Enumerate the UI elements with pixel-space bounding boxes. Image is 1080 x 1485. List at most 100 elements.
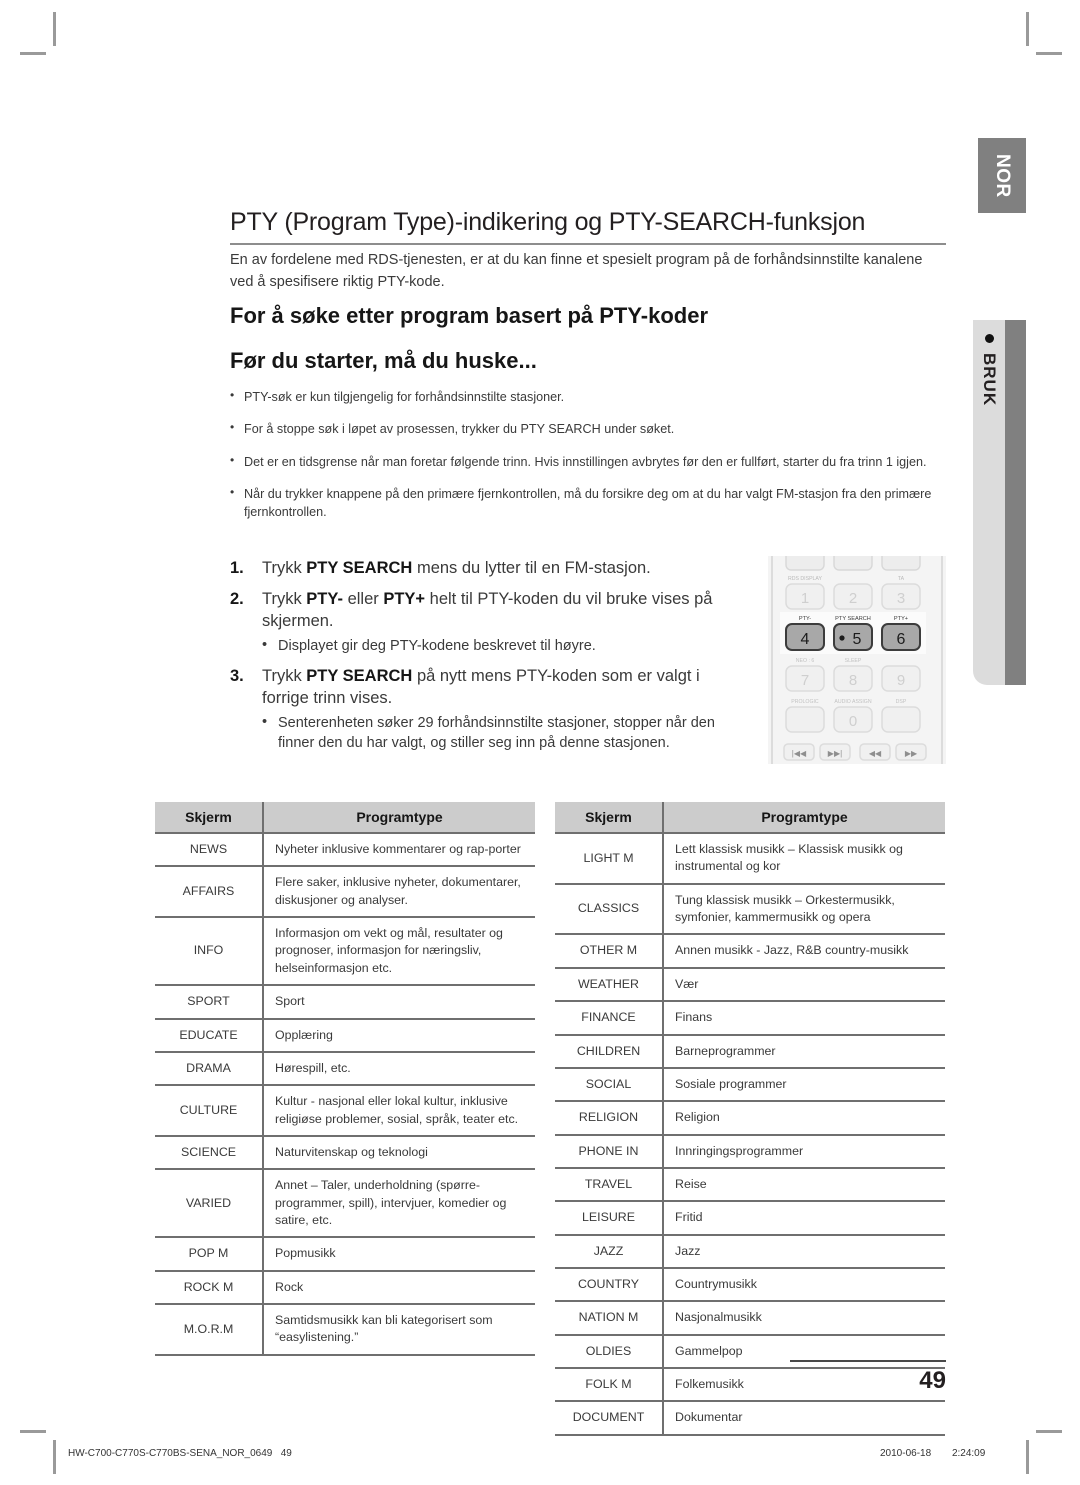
pty-code: CHILDREN (555, 1034, 664, 1069)
pty-code: SPORT (155, 985, 264, 1020)
pty-code: TRAVEL (555, 1167, 664, 1203)
pty-description: Lett klassisk musikk – Klassisk musikk o… (663, 833, 945, 885)
pty-description: Barneprogrammer (663, 1034, 945, 1069)
page-number-block: 49 (790, 1360, 946, 1395)
pty-description: Nyheter inklusive kommentarer og rap-por… (263, 833, 535, 868)
remote-key-6: 6 (897, 631, 906, 648)
pty-description: Innringingsprogrammer (663, 1134, 945, 1169)
step-item-1: 1. Trykk PTY SEARCH mens du lytter til en… (230, 558, 750, 580)
pty-description: Nasjonalmusikk (663, 1301, 945, 1336)
pty-code: LEISURE (555, 1201, 664, 1236)
step-subnote: Senterenheten søker 29 forhåndsinnstilte… (262, 713, 750, 753)
note-item: PTY-søk er kun tilgjengelig for forhånds… (230, 387, 950, 406)
footer-date: 2010-06-18 (880, 1448, 932, 1459)
table-header-row: Skjerm Programtype (155, 802, 535, 834)
footer-file-id: HW-C700-C770S-C770BS-SENA_NOR_0649 49 (68, 1448, 292, 1459)
step-number: 1. (230, 559, 244, 577)
remote-control-illustration: RDS DISPLAY TA 1 2 3 PTY- PTY SEARCH PTY… (762, 547, 952, 764)
pty-code: FINANCE (555, 1001, 664, 1036)
pty-description: Annen musikk - Jazz, R&B country-musikk (663, 934, 945, 969)
remote-label-pty-search: PTY SEARCH (835, 616, 871, 622)
column-header-skjerm: Skjerm (155, 802, 264, 834)
pty-description: Hørespill, etc. (263, 1051, 535, 1087)
pty-description: Rock (263, 1270, 535, 1306)
crop-mark-top-left-horizontal (20, 52, 46, 55)
footer-file-name: HW-C700-C770S-C770BS-SENA_NOR_0649 (68, 1448, 273, 1459)
remote-label-prologic: PROLOGIC (791, 699, 819, 705)
crop-mark-bottom-left-horizontal (20, 1430, 46, 1433)
column-header-programtype: Programtype (663, 802, 945, 834)
table-row: CLASSICS Tung klassisk musikk – Orkesterm… (555, 883, 945, 936)
pty-code: M.O.R.M (155, 1304, 264, 1356)
remote-label-neo6: NEO : 6 (796, 658, 815, 664)
remote-key-dot-icon (839, 635, 845, 641)
pty-description: Jazz (663, 1234, 945, 1270)
remote-key-9: 9 (897, 672, 905, 689)
pty-code: PHONE IN (555, 1134, 664, 1169)
remote-label-rds-display: RDS DISPLAY (788, 576, 822, 582)
table-row: POP M Popmusikk (155, 1237, 535, 1272)
table-row: DRAMA Hørespill, etc. (155, 1051, 535, 1087)
crop-mark-top-right-horizontal (1036, 52, 1062, 55)
note-item: Når du trykker knappene på den primære f… (230, 484, 950, 522)
table-row: RELIGION Religion (555, 1101, 945, 1136)
pty-code: CULTURE (155, 1085, 264, 1137)
step-text-bold-2: PTY+ (383, 589, 426, 608)
pty-table-right: Skjerm Programtype LIGHT M Lett klassisk … (555, 802, 945, 1436)
column-header-programtype: Programtype (263, 802, 535, 834)
language-tab: NOR (978, 138, 1026, 213)
pty-code: JAZZ (555, 1234, 664, 1270)
pty-code: FOLK M (555, 1368, 664, 1403)
table-row: SCIENCE Naturvitenskap og teknologi (155, 1135, 535, 1171)
note-item: Det er en tidsgrense når man foretar føl… (230, 451, 950, 471)
table-row: ROCK M Rock (155, 1270, 535, 1306)
table-row: VARIED Annet – Taler, underholdning (spør… (155, 1169, 535, 1239)
section-tab-light-strip: BRUK (973, 320, 1005, 685)
pty-code: POP M (155, 1237, 264, 1272)
remote-next-track-icon: ▶▶| (828, 749, 842, 758)
step-text-bold: PTY SEARCH (306, 666, 413, 685)
remote-key-2: 2 (849, 590, 857, 607)
remote-label-dsp: DSP (896, 699, 907, 705)
note-item: For å stoppe søk i løpet av prosessen, t… (230, 419, 950, 438)
intro-paragraph: En av fordelene med RDS-tjenesten, er at… (230, 252, 923, 290)
section-tab-dark-strip (1004, 320, 1026, 685)
pty-code: WEATHER (555, 967, 664, 1003)
page-number: 49 (919, 1367, 946, 1394)
pty-description: Samtidsmusikk kan bli kategorisert som “… (263, 1304, 535, 1356)
table-row: CULTURE Kultur - nasjonal eller lokal kul… (155, 1085, 535, 1137)
table-row: NEWS Nyheter inklusive kommentarer og rap… (155, 833, 535, 868)
pty-description: Religion (663, 1101, 945, 1136)
remote-rewind-icon: ◀◀ (869, 749, 882, 758)
remote-label-pty-minus: PTY- (799, 616, 811, 622)
pty-code: AFFAIRS (155, 866, 264, 919)
table-row: CHILDREN Barneprogrammer (555, 1034, 945, 1069)
pty-code: INFO (155, 917, 264, 987)
pty-description: Tung klassisk musikk – Orkestermusikk, s… (663, 883, 945, 936)
pty-description: Popmusikk (263, 1237, 535, 1272)
pty-description: Dokumentar (663, 1401, 945, 1436)
pty-description: Countrymusikk (663, 1268, 945, 1303)
table-row: SPORT Sport (155, 985, 535, 1020)
pty-table-left-body: NEWS Nyheter inklusive kommentarer og rap… (155, 833, 535, 1356)
subheading-before-you-start: Før du starter, må du huske... (230, 348, 537, 373)
table-row: LIGHT M Lett klassisk musikk – Klassisk m… (555, 833, 945, 885)
table-row: JAZZ Jazz (555, 1234, 945, 1270)
remote-key-8: 8 (849, 672, 857, 689)
pty-description: Naturvitenskap og teknologi (263, 1135, 535, 1171)
remote-label-sleep: SLEEP (845, 658, 862, 664)
step-text-pre: Trykk (262, 559, 307, 577)
section-tab: BRUK (973, 320, 1026, 685)
remote-prev-track-icon: |◀◀ (792, 749, 807, 758)
page-title: PTY (Program Type)-indikering og PTY-SEA… (230, 208, 946, 245)
step-text-bold: PTY SEARCH (306, 559, 413, 577)
notes-list: PTY-søk er kun tilgjengelig for forhånds… (230, 387, 950, 535)
table-header-row: Skjerm Programtype (555, 802, 945, 834)
pty-code: DRAMA (155, 1051, 264, 1087)
section-tab-label: BRUK (980, 353, 999, 407)
pty-description: Informasjon om vekt og mål, resultater o… (263, 917, 535, 987)
remote-key-3: 3 (897, 590, 905, 607)
step-number: 2. (230, 589, 244, 608)
remote-key-0: 0 (849, 713, 857, 730)
footer-timestamp: 2010-06-18 2:24:09 (880, 1448, 985, 1459)
